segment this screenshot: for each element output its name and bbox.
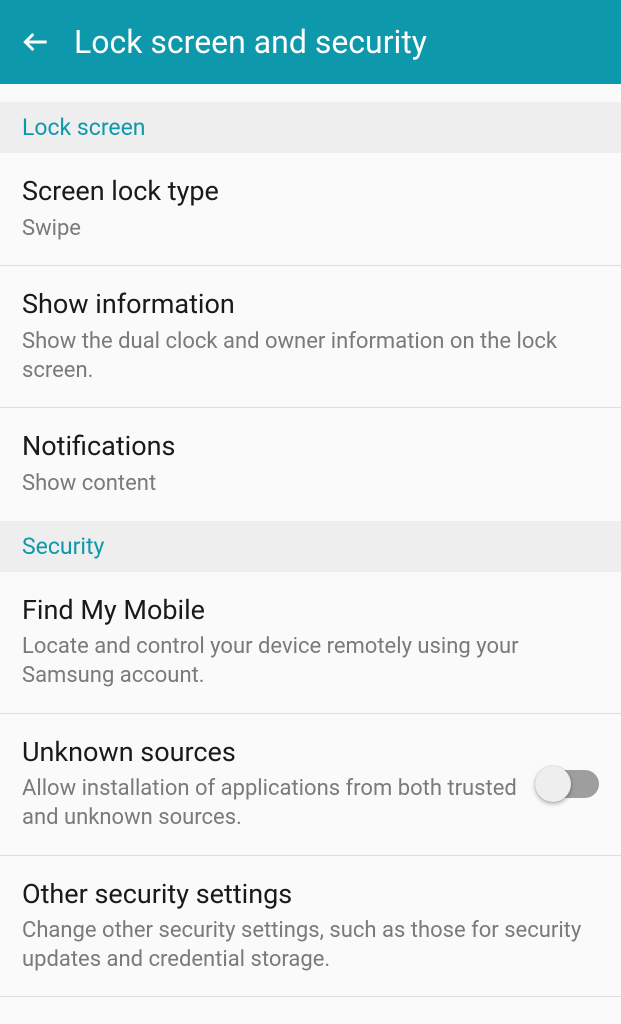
setting-notifications[interactable]: Notifications Show content — [0, 408, 621, 520]
unknown-sources-toggle[interactable] — [537, 770, 599, 798]
setting-other-security[interactable]: Other security settings Change other sec… — [0, 856, 621, 998]
setting-title: Notifications — [22, 430, 599, 464]
setting-subtitle: Change other security settings, such as … — [22, 917, 599, 974]
setting-subtitle: Locate and control your device remotely … — [22, 633, 599, 690]
back-arrow-icon[interactable] — [20, 26, 52, 58]
setting-title: Find My Mobile — [22, 594, 599, 628]
setting-show-information[interactable]: Show information Show the dual clock and… — [0, 266, 621, 408]
setting-screen-lock-type[interactable]: Screen lock type Swipe — [0, 153, 621, 266]
setting-subtitle: Show the dual clock and owner informatio… — [22, 328, 599, 385]
section-header-lock-screen: Lock screen — [0, 102, 621, 153]
setting-find-my-mobile[interactable]: Find My Mobile Locate and control your d… — [0, 572, 621, 714]
setting-unknown-sources[interactable]: Unknown sources Allow installation of ap… — [0, 714, 621, 856]
setting-subtitle: Show content — [22, 470, 599, 499]
setting-title: Unknown sources — [22, 736, 525, 770]
section-header-security: Security — [0, 521, 621, 572]
toggle-knob — [535, 766, 571, 802]
setting-title: Show information — [22, 288, 599, 322]
setting-subtitle: Allow installation of applications from … — [22, 775, 525, 832]
setting-subtitle: Swipe — [22, 215, 599, 244]
setting-title: Screen lock type — [22, 175, 599, 209]
setting-title: Other security settings — [22, 878, 599, 912]
header-spacer — [0, 84, 621, 102]
app-header: Lock screen and security — [0, 0, 621, 84]
page-title: Lock screen and security — [74, 23, 427, 61]
